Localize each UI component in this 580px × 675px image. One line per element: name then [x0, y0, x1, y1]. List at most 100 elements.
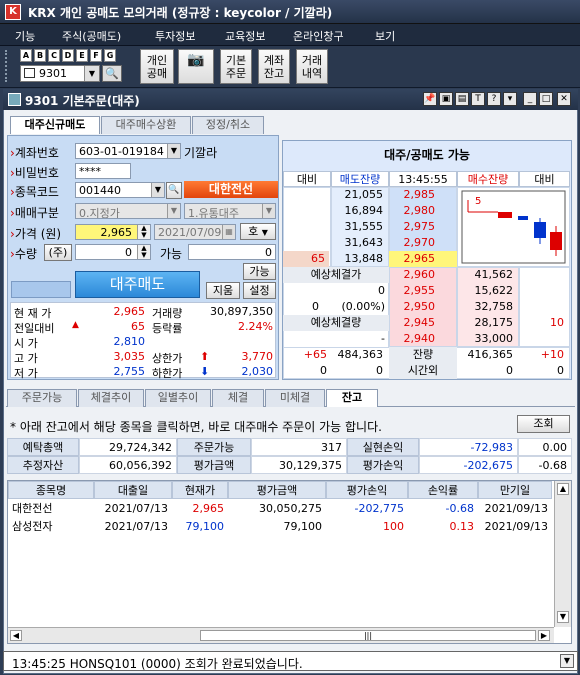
bid-price-2[interactable]: 2,955: [389, 283, 439, 299]
short-sell-submit-button[interactable]: 대주매도: [75, 271, 200, 298]
holding-loan-date[interactable]: 2021/07/13: [94, 518, 172, 536]
ask-price-4[interactable]: 2,970: [389, 235, 439, 251]
holding-eval[interactable]: 79,100: [228, 518, 326, 536]
chevron-down-icon[interactable]: ▼: [262, 204, 275, 218]
holding-name[interactable]: 대한전선: [8, 500, 94, 518]
bid-price-3[interactable]: 2,950: [389, 299, 439, 315]
qty-unit-button[interactable]: (주): [44, 244, 72, 261]
calendar-icon[interactable]: ▦: [222, 225, 235, 239]
ask-price-5[interactable]: 2,965: [389, 251, 439, 267]
menu-invest-info[interactable]: 투자정보: [155, 28, 195, 44]
stock-code-input[interactable]: 001440 ▼: [75, 182, 165, 198]
menu-stock[interactable]: 주식(공매도): [62, 28, 121, 44]
chevron-down-icon[interactable]: ▼: [167, 144, 180, 158]
holding-loan-date[interactable]: 2021/07/13: [94, 500, 172, 518]
horizontal-scrollbar[interactable]: ◀ ||| ▶: [8, 627, 554, 643]
holding-rate[interactable]: -0.68: [408, 500, 478, 518]
tab-order-available[interactable]: 주문가능: [7, 389, 77, 407]
layout-icon[interactable]: ▣: [439, 92, 453, 106]
holding-name[interactable]: 삼성전자: [8, 518, 94, 536]
date-input[interactable]: 2021/07/09 ▦: [154, 224, 236, 240]
menu-edu-info[interactable]: 교육정보: [225, 28, 265, 44]
holding-pnl[interactable]: 100: [326, 518, 408, 536]
grid-icon[interactable]: ▤: [455, 92, 469, 106]
loan-type-select[interactable]: 1.유통대주 ▼: [184, 203, 276, 219]
holding-pnl[interactable]: -202,775: [326, 500, 408, 518]
menu-view[interactable]: 보기: [375, 28, 395, 44]
holding-maturity[interactable]: 2021/09/13: [478, 500, 552, 518]
pin-icon[interactable]: 📌: [423, 92, 437, 106]
settings-button[interactable]: 설정: [243, 282, 276, 299]
scroll-left-icon[interactable]: ◀: [10, 630, 22, 641]
holding-rate[interactable]: 0.13: [408, 518, 478, 536]
price-input[interactable]: 2,965 ▲ ▼: [75, 224, 151, 240]
bid-price-5[interactable]: 2,940: [389, 331, 439, 347]
letter-e-button[interactable]: E: [76, 49, 88, 62]
tab-modify-cancel[interactable]: 정정/취소: [192, 116, 264, 134]
holding-maturity[interactable]: 2021/09/13: [478, 518, 552, 536]
letter-d-button[interactable]: D: [62, 49, 74, 62]
col-loan-date[interactable]: 대출일: [94, 481, 172, 499]
ask-price-3[interactable]: 2,975: [389, 219, 439, 235]
letter-f-button[interactable]: F: [90, 49, 102, 62]
chevron-down-icon[interactable]: ▼: [167, 204, 180, 218]
qty-stepper[interactable]: ▲ ▼: [137, 245, 150, 259]
hoga-button[interactable]: 호 ▼: [240, 223, 276, 240]
tab-trade-trend[interactable]: 체결추이: [78, 389, 144, 407]
ask-price-2[interactable]: 2,980: [389, 203, 439, 219]
maximize-button[interactable]: □: [539, 92, 553, 106]
letter-c-button[interactable]: C: [48, 49, 60, 62]
tab-new-short-sell[interactable]: 대주신규매도: [10, 116, 100, 134]
menu-icon[interactable]: ▾: [503, 92, 517, 106]
menu-online[interactable]: 온라인창구: [293, 28, 344, 44]
toolbar-capture-button[interactable]: 📷: [178, 49, 214, 84]
toolbar-trade-history-button[interactable]: 거래 내역: [296, 49, 328, 84]
col-price[interactable]: 현재가: [172, 481, 228, 499]
search-button[interactable]: 🔍: [102, 65, 122, 82]
toolbar-short-sell-button[interactable]: 개인 공매: [140, 49, 174, 84]
tab-unexecuted[interactable]: 미체결: [265, 389, 325, 407]
font-icon[interactable]: T: [471, 92, 485, 106]
col-pnl[interactable]: 평가손익: [326, 481, 408, 499]
ask-price-1[interactable]: 2,985: [389, 187, 439, 203]
col-eval[interactable]: 평가금액: [228, 481, 326, 499]
account-select[interactable]: 603-01-019184 ▼: [75, 143, 181, 159]
stock-search-button[interactable]: 🔍: [166, 182, 182, 199]
order-type-select[interactable]: 0.지정가 ▼: [75, 203, 181, 219]
holding-eval[interactable]: 30,050,275: [228, 500, 326, 518]
chevron-down-icon[interactable]: ▼: [84, 66, 99, 81]
toolbar-grip[interactable]: [5, 50, 13, 82]
col-maturity[interactable]: 만기일: [478, 481, 552, 499]
max-qty-button[interactable]: 가능: [243, 263, 276, 280]
minimize-button[interactable]: _: [523, 92, 537, 106]
toolbar-balance-button[interactable]: 계좌 잔고: [258, 49, 290, 84]
qty-input[interactable]: 0 ▲ ▼: [75, 244, 151, 260]
bid-price-1[interactable]: 2,960: [389, 267, 439, 283]
scroll-up-icon[interactable]: ▲: [557, 483, 569, 495]
vertical-scrollbar[interactable]: ▲ ▼: [554, 481, 571, 627]
col-name[interactable]: 종목명: [8, 481, 94, 499]
tab-daily-trend[interactable]: 일별추이: [145, 389, 211, 407]
close-button[interactable]: ✕: [557, 92, 571, 106]
letter-a-button[interactable]: A: [20, 49, 32, 62]
scroll-down-icon[interactable]: ▼: [557, 611, 569, 623]
menu-function[interactable]: 기능: [15, 28, 35, 44]
scroll-thumb[interactable]: |||: [200, 630, 536, 641]
letter-g-button[interactable]: G: [104, 49, 116, 62]
inquiry-button[interactable]: 조회: [517, 415, 570, 433]
scroll-right-icon[interactable]: ▶: [538, 630, 550, 641]
password-field[interactable]: ****: [75, 163, 131, 179]
tab-balance[interactable]: 잔고: [326, 389, 378, 407]
tab-executed[interactable]: 체결: [212, 389, 264, 407]
chevron-down-icon[interactable]: ▼: [560, 654, 574, 668]
holding-price[interactable]: 2,965: [172, 500, 228, 518]
letter-b-button[interactable]: B: [34, 49, 46, 62]
col-rate[interactable]: 손익률: [408, 481, 478, 499]
help-icon[interactable]: ?: [487, 92, 501, 106]
screen-code-select[interactable]: 9301 ▼: [20, 65, 100, 82]
clear-button[interactable]: 지움: [206, 282, 240, 299]
holding-price[interactable]: 79,100: [172, 518, 228, 536]
price-stepper[interactable]: ▲ ▼: [137, 225, 150, 239]
bid-price-4[interactable]: 2,945: [389, 315, 439, 331]
toolbar-basic-order-button[interactable]: 기본 주문: [220, 49, 252, 84]
